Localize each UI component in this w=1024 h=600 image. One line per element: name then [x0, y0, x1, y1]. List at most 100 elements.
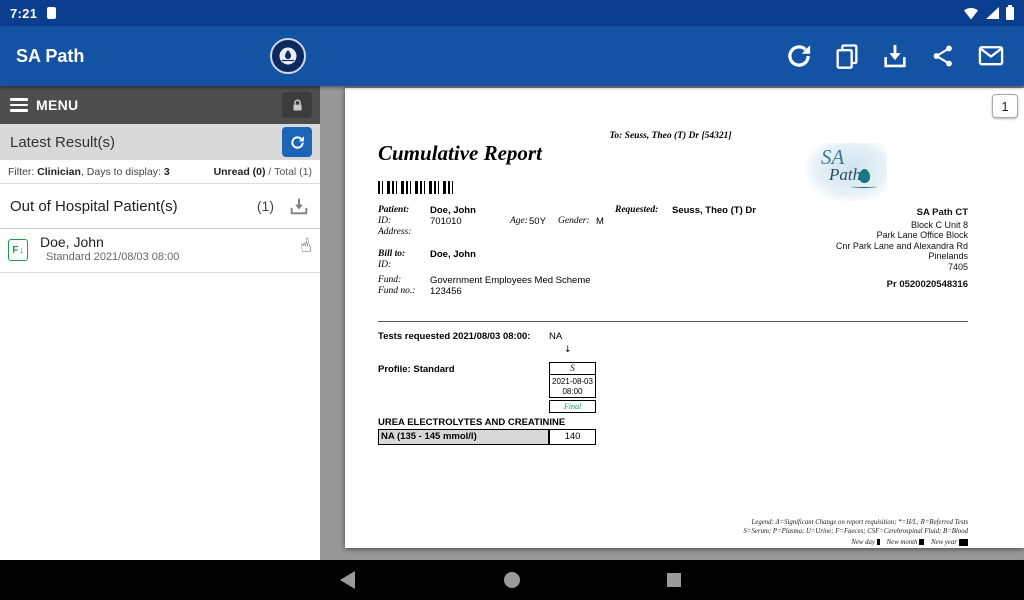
- refresh-icon: [289, 134, 306, 151]
- lab-address-line: Park Lane Office Block: [748, 230, 968, 241]
- unread-total: Unread (0) / Total (1): [214, 166, 312, 178]
- gender-label: Gender:: [558, 216, 590, 226]
- fundno-label: Fund no.:: [378, 286, 415, 296]
- filter-row: Filter: Clinician , Days to display: 3 U…: [0, 160, 320, 184]
- cumulative-report: To: Seuss, Theo (T) Dr [54321] Cumulativ…: [345, 88, 1024, 548]
- recents-button[interactable]: [667, 573, 681, 587]
- fund-label: Fund:: [378, 275, 401, 285]
- profile-label: Profile: Standard: [378, 364, 455, 375]
- requested-value: Seuss, Theo (T) Dr: [672, 205, 756, 216]
- sa-path-logo: SA Path: [807, 143, 887, 201]
- report-title: Cumulative Report: [378, 141, 542, 166]
- result-test-cell: NA (135 - 145 mmol/l): [378, 429, 549, 445]
- app-bar: SA Path: [0, 26, 1024, 86]
- divider: [378, 321, 968, 322]
- legend-line-2: S=Serum; P=Plasma; U=Urine; F=Faeces; CS…: [744, 528, 968, 537]
- patient-label: Patient:: [378, 205, 409, 215]
- app-title: SA Path: [16, 46, 84, 67]
- menu-button[interactable]: MENU: [0, 86, 320, 124]
- app-actions: [784, 41, 1024, 71]
- pages-icon[interactable]: [832, 41, 862, 71]
- id-label: ID:: [378, 216, 391, 226]
- app-logo: [270, 38, 306, 74]
- logo-droplet-icon: [859, 169, 870, 183]
- patient-name: Doe, John: [40, 234, 104, 250]
- hamburger-icon: [10, 98, 28, 112]
- fund-value: Government Employees Med Scheme: [430, 275, 591, 286]
- latest-results-label: Latest Result(s): [10, 134, 115, 151]
- billto-value: Doe, John: [430, 249, 476, 260]
- hand-cursor-icon: ☝: [298, 234, 314, 258]
- status-time: 7:21: [10, 6, 37, 21]
- lab-address-line: 7405: [748, 262, 968, 273]
- id-value: 701010: [430, 216, 462, 227]
- lab-name: SA Path CT: [748, 208, 968, 219]
- latest-results-header: Latest Result(s): [0, 124, 320, 160]
- wifi-icon: [963, 6, 979, 20]
- refresh-results-button[interactable]: [282, 127, 312, 157]
- mail-icon[interactable]: [976, 41, 1006, 71]
- legend-new-month: New month: [887, 539, 918, 546]
- file-icon-letter: F: [12, 245, 18, 256]
- menu-label: MENU: [36, 97, 78, 113]
- result-value-cell: 140: [549, 429, 596, 445]
- report-to-line: To: Seuss, Theo (T) Dr [54321]: [345, 131, 996, 141]
- download-all-icon[interactable]: [288, 195, 310, 217]
- page-number-badge: 1: [992, 94, 1018, 118]
- home-button[interactable]: [504, 572, 520, 588]
- crest-icon: [278, 46, 298, 66]
- specimen-date: 2021-08-03: [550, 377, 595, 387]
- download-icon[interactable]: [880, 41, 910, 71]
- result-file-icon: F↓: [8, 239, 28, 261]
- result-list-item[interactable]: F↓ Doe, John Standard 2021/08/03 08:00 ☝: [0, 229, 320, 273]
- back-button[interactable]: [340, 571, 355, 589]
- report-page: To: Seuss, Theo (T) Dr [54321] Cumulativ…: [345, 88, 1024, 548]
- address-label: Address:: [378, 227, 411, 237]
- status-bar: 7:21: [0, 0, 1024, 26]
- lab-address-line: Pinelands: [748, 251, 968, 262]
- document-viewer[interactable]: 1 To: Seuss, Theo (T) Dr [54321] Cumulat…: [320, 86, 1024, 560]
- panel-title: UREA ELECTROLYTES AND CREATININE: [378, 417, 565, 428]
- legend-new-year: New year: [931, 539, 957, 546]
- filter-label: Filter:: [8, 166, 34, 178]
- lab-address-block: SA Path CT Block C Unit 8 Park Lane Offi…: [748, 208, 968, 291]
- status-icons: [963, 6, 1014, 20]
- age-label: Age:: [510, 216, 528, 226]
- share-icon[interactable]: [928, 41, 958, 71]
- legend-new-day: New day: [851, 539, 875, 546]
- patient-detail: Standard 2021/08/03 08:00: [46, 251, 179, 263]
- tests-requested-line: Tests requested 2021/08/03 08:00:: [378, 331, 530, 342]
- age-value: 50Y: [529, 216, 546, 227]
- tests-requested-value: NA: [549, 331, 562, 342]
- lab-address-line: Block C Unit 8: [748, 220, 968, 231]
- file-icon-arrow: ↓: [19, 245, 24, 255]
- lab-practice-number: Pr 0520020548316: [748, 280, 968, 291]
- section-title: Out of Hospital Patient(s): [10, 198, 178, 215]
- section-count: (1): [257, 198, 274, 214]
- signal-icon: [986, 7, 999, 19]
- total-count: / Total (1): [268, 166, 312, 178]
- sidebar: MENU Latest Result(s) Filter: Clinician …: [0, 86, 320, 560]
- refresh-icon[interactable]: [784, 41, 814, 71]
- specimen-datetime-cell: 2021-08-03 08:00: [549, 374, 596, 398]
- logo-wave-icon: [851, 185, 877, 188]
- requested-label: Requested:: [615, 205, 658, 215]
- legend-line-1: Legend: Δ=Significant Change on report r…: [744, 519, 968, 528]
- specimen-status-cell: Final: [549, 400, 596, 413]
- logo-path-text: Path: [829, 165, 861, 185]
- filter-days-text: , Days to display:: [81, 166, 161, 178]
- screen: 7:21 SA Path: [0, 0, 1024, 600]
- filter-clinician: Clinician: [37, 166, 81, 178]
- lock-button[interactable]: [282, 92, 312, 118]
- android-nav-bar: [0, 560, 1024, 600]
- lab-address-line: Cnr Park Lane and Alexandra Rd: [748, 241, 968, 252]
- patient-value: Doe, John: [430, 205, 476, 216]
- id2-label: ID:: [378, 260, 391, 270]
- unread-count: Unread (0): [214, 166, 266, 178]
- section-out-of-hospital[interactable]: Out of Hospital Patient(s) (1): [0, 184, 320, 229]
- barcode: [378, 181, 456, 194]
- column-arrow-icon: ↓: [564, 345, 572, 355]
- filter-days-value: 3: [164, 166, 170, 178]
- report-legend: Legend: Δ=Significant Change on report r…: [744, 519, 968, 547]
- billto-label: Bill to:: [378, 249, 405, 259]
